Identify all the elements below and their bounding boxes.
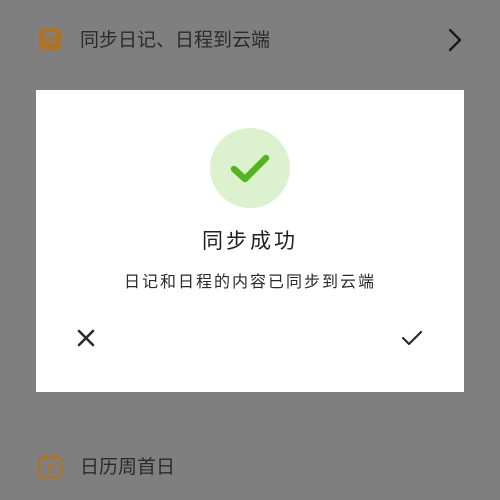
calendar-icon-number: 7 — [45, 463, 54, 478]
week-start-row[interactable]: 7 日历周首日 — [0, 437, 500, 497]
sync-to-cloud-label: 同步日记、日程到云端 — [80, 29, 271, 51]
cloud-save-icon — [39, 28, 61, 50]
close-icon[interactable] — [72, 324, 100, 352]
dialog-message: 日记和日程的内容已同步到云端 — [123, 272, 376, 291]
dialog-title: 同步成功 — [202, 229, 298, 253]
chevron-right-icon[interactable] — [444, 27, 466, 53]
check-icon[interactable] — [398, 324, 426, 352]
sync-to-cloud-row[interactable]: 同步日记、日程到云端 — [0, 10, 500, 70]
calendar-icon: 7 — [37, 453, 63, 479]
success-badge — [210, 128, 290, 208]
checkmark-icon — [230, 154, 270, 183]
sync-success-dialog: 同步成功 日记和日程的内容已同步到云端 — [36, 90, 464, 392]
week-start-label: 日历周首日 — [80, 456, 176, 478]
